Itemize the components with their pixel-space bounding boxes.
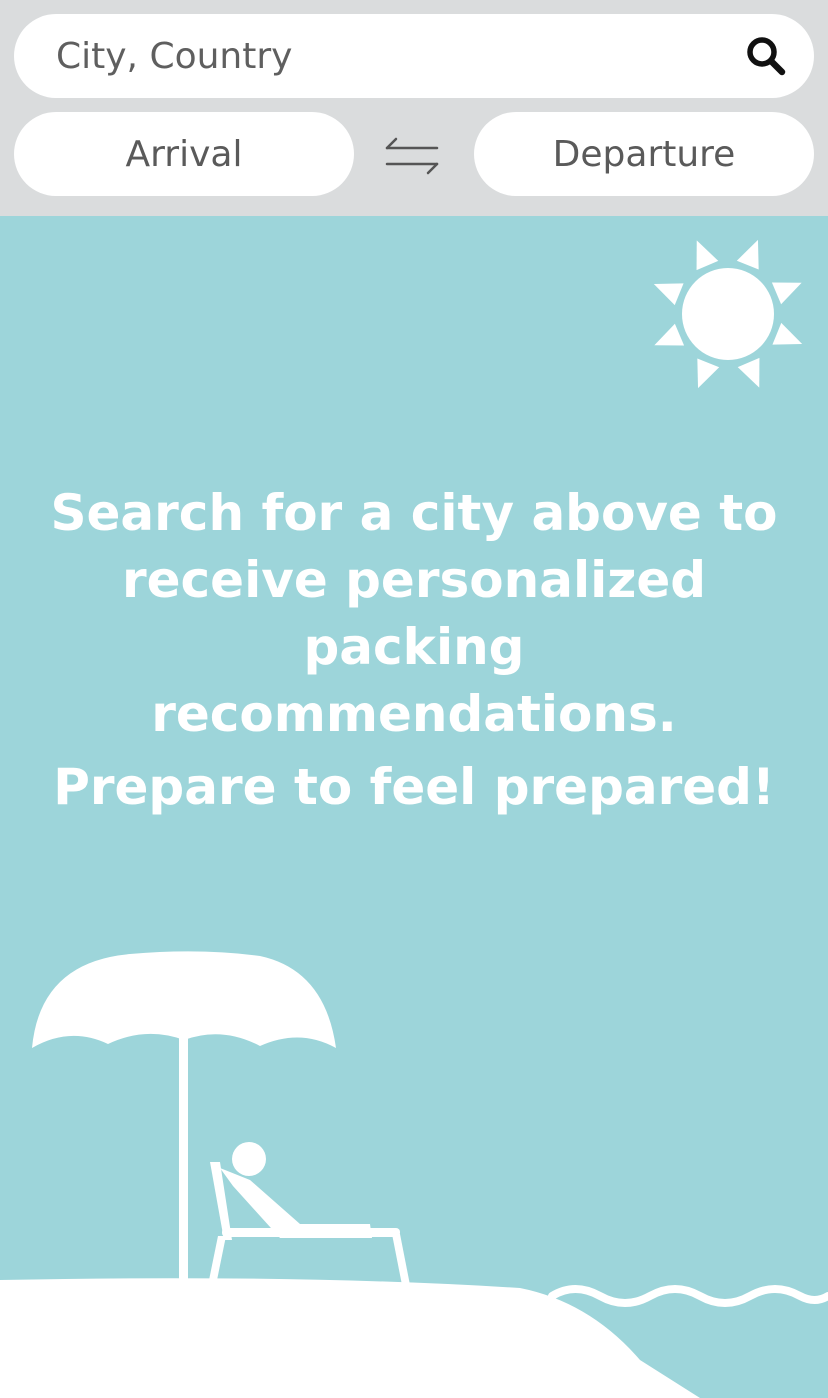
sun-ray [696,240,719,271]
search-header: Arrival Departure [0,0,828,216]
arrival-button[interactable]: Arrival [14,112,354,196]
sun-ray [653,283,684,306]
lounger-person-icon [208,1142,410,1285]
empty-state-message: Search for a city above to receive perso… [40,480,788,748]
swap-arrows-icon[interactable] [382,134,442,178]
sun-icon [653,239,803,389]
instruction-text: Search for a city above to receive perso… [50,484,778,743]
departure-label: Departure [552,133,736,175]
departure-button[interactable]: Departure [474,112,814,196]
sun-ray [771,282,802,305]
sun-ray [737,357,760,388]
sun-ray [772,322,803,345]
beach-illustration [0,951,828,1398]
search-input[interactable] [56,14,736,98]
umbrella-icon [32,951,336,1048]
sun-ray [654,323,685,346]
sun-ray [697,358,720,389]
sun-ray [736,239,759,270]
wave-icon [548,1285,828,1307]
arrival-label: Arrival [125,133,243,175]
search-bar [14,14,814,98]
search-icon[interactable] [744,34,788,78]
tagline-text: Prepare to feel prepared! [53,758,775,816]
